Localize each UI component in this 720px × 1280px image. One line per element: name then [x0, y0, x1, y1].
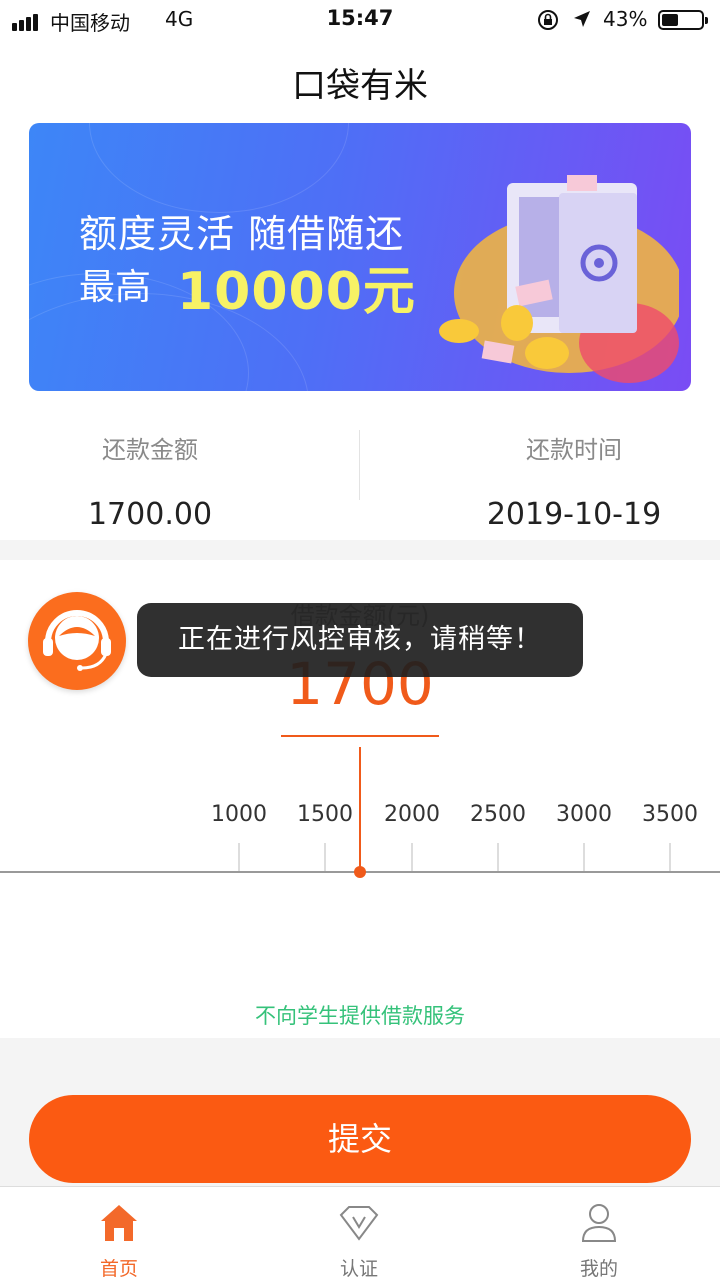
banner-max-amount: 10000元 — [177, 262, 416, 322]
slider-tick — [583, 843, 585, 871]
amount-underline — [281, 735, 439, 737]
slider-tick — [669, 843, 671, 871]
repay-date-value: 2019-10-19 — [486, 497, 662, 532]
diamond-v-icon — [339, 1206, 379, 1241]
tab-verify[interactable]: 认证 — [289, 1187, 429, 1280]
banner-max-label: 最高 — [79, 267, 152, 308]
amount-slider-handle[interactable] — [354, 866, 366, 878]
user-icon — [581, 1204, 617, 1242]
location-arrow-icon — [574, 11, 590, 27]
student-notice: 不向学生提供借款服务 — [255, 1004, 465, 1028]
rotation-lock-icon — [538, 10, 558, 30]
battery-icon — [658, 10, 708, 30]
home-icon — [101, 1205, 137, 1241]
tab-home[interactable]: 首页 — [49, 1187, 189, 1280]
tab-label: 首页 — [99, 1258, 138, 1280]
slider-tick-label: 1500 — [297, 802, 353, 827]
slider-tick — [238, 843, 240, 871]
repayment-summary: 还款金额 1700.00 还款时间 2019-10-19 — [0, 400, 720, 540]
promo-banner[interactable]: 额度灵活 随借随还 最高 10000元 — [29, 123, 691, 391]
repay-amount-label: 还款金额 — [102, 436, 198, 464]
tab-mine[interactable]: 我的 — [529, 1187, 669, 1280]
amount-slider-pointer[interactable] — [359, 747, 361, 871]
slider-tick — [497, 843, 499, 871]
tab-label: 我的 — [579, 1258, 618, 1280]
battery-percent: 43% — [603, 7, 648, 31]
submit-button[interactable]: 提交 — [29, 1095, 691, 1183]
repay-amount-value: 1700.00 — [87, 497, 213, 532]
headset-icon — [43, 610, 111, 671]
toast-message: 正在进行风控审核，请稍等！ — [137, 603, 583, 677]
customer-service-button[interactable] — [28, 592, 126, 690]
page-title: 口袋有米 — [292, 66, 428, 106]
slider-tick — [324, 843, 326, 871]
safe-illustration — [439, 175, 679, 383]
slider-tick-label: 2500 — [470, 802, 526, 827]
status-bar: 中国移动 4G 15:47 43% — [0, 0, 720, 40]
section-gap — [0, 540, 720, 560]
slider-tick-label: 3500 — [642, 802, 698, 827]
slider-tick-label: 1000 — [211, 802, 267, 827]
divider — [359, 430, 360, 500]
tab-bar: 首页 认证 我的 — [0, 1186, 720, 1280]
slider-tick — [411, 843, 413, 871]
slider-tick-label: 3000 — [556, 802, 612, 827]
slider-tick-label: 2000 — [384, 802, 440, 827]
repay-date-label: 还款时间 — [526, 436, 622, 464]
tab-label: 认证 — [339, 1258, 378, 1280]
